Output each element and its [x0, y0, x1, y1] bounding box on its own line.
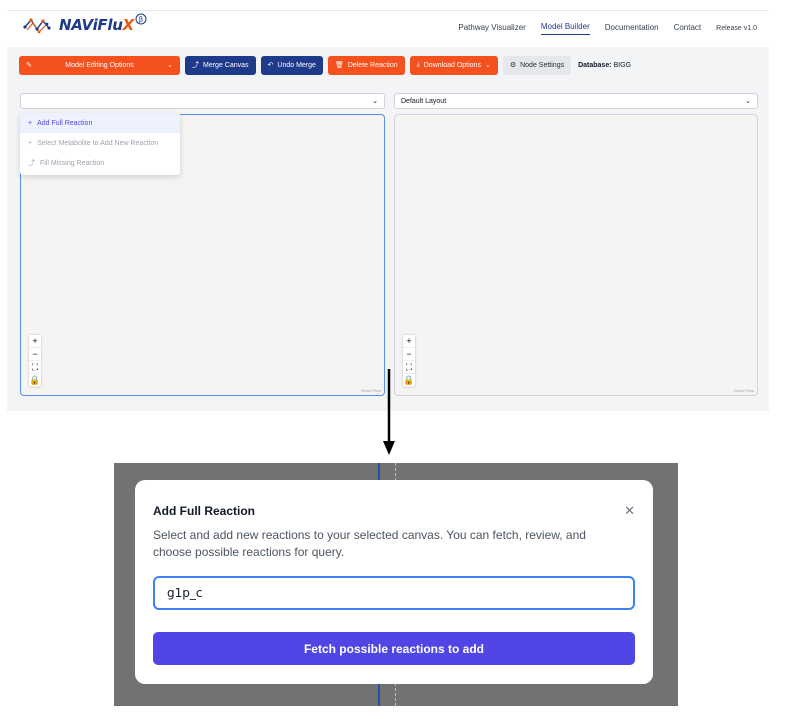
edit-icon: ✎ [26, 62, 32, 69]
right-canvas[interactable]: + − ⛶ 🔒 React Flow [394, 114, 758, 396]
gear-icon: ⚙ [509, 62, 517, 69]
nav-links: Pathway Visualizer Model Builder Documen… [458, 22, 757, 35]
undo-icon: ↶ [267, 62, 274, 69]
fetch-reactions-button[interactable]: Fetch possible reactions to add [153, 632, 635, 665]
add-full-reaction-modal: Add Full Reaction ✕ Select and add new r… [135, 480, 653, 684]
network-logo-icon [23, 18, 51, 34]
nav-model-builder[interactable]: Model Builder [540, 22, 590, 35]
zoom-out-button[interactable]: − [403, 348, 415, 361]
release-version: Release v1.0 [716, 25, 757, 32]
left-layout-select[interactable]: ⌄ [20, 93, 385, 109]
nav-documentation[interactable]: Documentation [605, 23, 659, 35]
svg-text:β: β [139, 16, 143, 24]
plus-icon: + [28, 119, 33, 127]
fit-view-button[interactable]: ⛶ [403, 361, 415, 374]
nav-contact[interactable]: Contact [674, 23, 702, 35]
toolbar: ✎ Model Editing Options ⌄ ⤴ Merge Canvas… [19, 55, 631, 75]
undo-merge-button[interactable]: ↶ Undo Merge [260, 55, 323, 75]
right-layout-select[interactable]: Default Layout ⌄ [394, 93, 758, 109]
left-canvas-controls: + − ⛶ 🔒 [29, 335, 41, 387]
zoom-in-button[interactable]: + [403, 335, 415, 348]
dropdown-item-add-full-reaction[interactable]: + Add Full Reaction [20, 113, 180, 133]
navbar: NAViFluX β Pathway Visualizer Model Buil… [7, 11, 769, 47]
fit-view-button[interactable]: ⛶ [29, 361, 41, 374]
merge-canvas-label: Merge Canvas [203, 61, 249, 69]
right-canvas-controls: + − ⛶ 🔒 [403, 335, 415, 387]
node-settings-button[interactable]: ⚙ Node Settings [502, 55, 572, 75]
reaction-query-input[interactable] [153, 576, 635, 610]
logo-text: NAViFluX [59, 16, 134, 34]
dropdown-item-select-metabolite[interactable]: + Select Metabolite to Add New Reaction [20, 133, 180, 153]
right-layout-value: Default Layout [401, 97, 447, 105]
react-flow-attribution[interactable]: React Flow [361, 388, 381, 393]
builder-area: ✎ Model Editing Options ⌄ ⤴ Merge Canvas… [7, 47, 769, 411]
dropdown-item-label: Add Full Reaction [37, 119, 93, 127]
zoom-out-button[interactable]: − [29, 348, 41, 361]
undo-merge-label: Undo Merge [277, 61, 316, 69]
dropdown-item-label: Fill Missing Reaction [40, 159, 105, 167]
close-icon[interactable]: ✕ [624, 504, 635, 517]
logo[interactable]: NAViFluX β [23, 13, 147, 36]
merge-icon: ⤴ [192, 62, 199, 69]
download-options-label: Download Options [423, 61, 481, 69]
download-icon: ⤓ [416, 61, 420, 68]
react-flow-attribution[interactable]: React Flow [734, 388, 754, 393]
model-editing-options-label: Model Editing Options [65, 61, 134, 69]
lock-button[interactable]: 🔒 [29, 374, 41, 387]
chevron-down-icon: ⌄ [745, 98, 751, 105]
lock-button[interactable]: 🔒 [403, 374, 415, 387]
plus-icon: + [28, 139, 33, 147]
delete-reaction-button[interactable]: 🗑 Delete Reaction [327, 55, 405, 75]
dropdown-item-fill-missing-reaction[interactable]: ⤴ Fill Missing Reaction [20, 153, 180, 173]
model-editing-dropdown: + Add Full Reaction + Select Metabolite … [20, 113, 180, 175]
chevron-down-icon: ⌄ [372, 98, 378, 105]
nav-pathway-visualizer[interactable]: Pathway Visualizer [458, 23, 525, 35]
model-editing-options-button[interactable]: ✎ Model Editing Options ⌄ [19, 55, 180, 75]
node-settings-label: Node Settings [520, 61, 565, 69]
modal-overlay: Add Full Reaction ✕ Select and add new r… [114, 463, 678, 706]
delete-reaction-label: Delete Reaction [347, 61, 398, 69]
merge-canvas-button[interactable]: ⤴ Merge Canvas [185, 55, 256, 75]
dropdown-item-label: Select Metabolite to Add New Reaction [37, 139, 159, 147]
chevron-down-icon: ⌄ [484, 62, 491, 69]
zoom-in-button[interactable]: + [29, 335, 41, 348]
database-indicator: Database: BIGG [578, 61, 632, 69]
branch-icon: ⤴ [28, 160, 35, 167]
chevron-down-icon: ⌄ [167, 62, 173, 69]
trash-icon: 🗑 [334, 62, 344, 69]
beta-badge-icon: β [135, 13, 147, 25]
app-screen: NAViFluX β Pathway Visualizer Model Buil… [7, 10, 769, 411]
download-options-button[interactable]: ⤓ Download Options ⌄ [409, 55, 498, 75]
modal-title: Add Full Reaction [153, 504, 255, 518]
modal-description: Select and add new reactions to your sel… [153, 528, 586, 559]
down-arrow-icon [383, 369, 395, 455]
